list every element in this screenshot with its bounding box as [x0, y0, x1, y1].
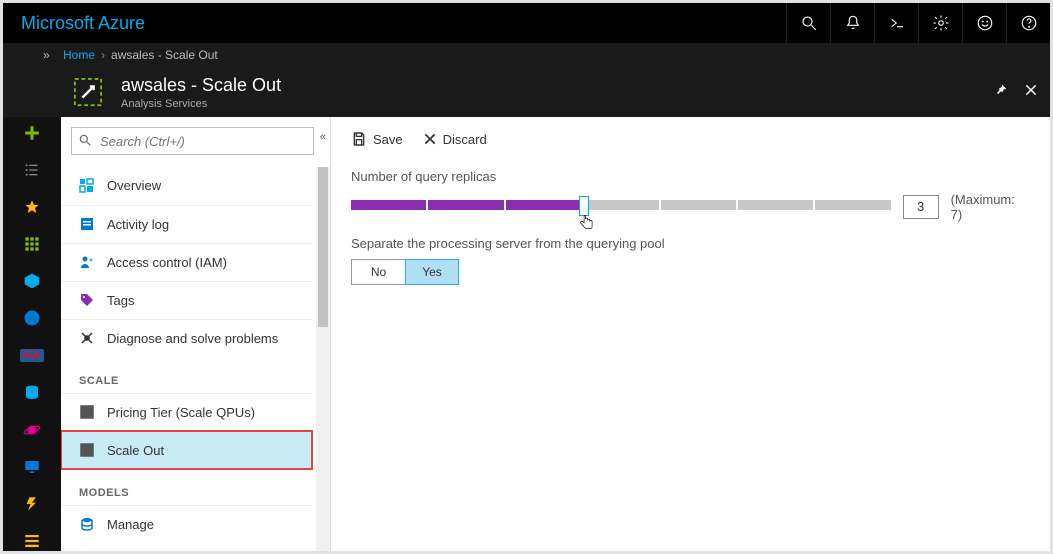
rail-list-icon[interactable] — [20, 160, 44, 179]
top-bar: Microsoft Azure — [3, 3, 1050, 43]
sidebar-item-pricing-tier[interactable]: Pricing Tier (Scale QPUs) — [61, 393, 312, 431]
sidebar-group-models: MODELS — [61, 469, 330, 505]
sidebar-item-label: Pricing Tier (Scale QPUs) — [107, 405, 255, 420]
slider-segment — [506, 200, 581, 210]
manage-icon — [79, 516, 95, 532]
sidebar-item-label: Diagnose and solve problems — [107, 331, 278, 346]
overview-icon — [79, 178, 95, 194]
help-icon[interactable] — [1006, 3, 1050, 43]
topbar-actions — [786, 3, 1050, 43]
sidebar-item-label: Manage — [107, 517, 154, 532]
command-bar: Save Discard — [351, 131, 1030, 147]
replicas-label: Number of query replicas — [351, 169, 1030, 184]
scale-out-icon — [79, 442, 95, 458]
page-title: awsales - Scale Out — [121, 75, 281, 96]
sidebar-item-access-control[interactable]: Access control (IAM) — [61, 243, 312, 281]
left-rail: SQL — [3, 117, 61, 551]
sidebar-item-label: Tags — [107, 293, 134, 308]
cloud-shell-icon[interactable] — [874, 3, 918, 43]
discard-icon — [423, 132, 437, 146]
search-input[interactable] — [71, 127, 314, 155]
page-subtitle: Analysis Services — [121, 98, 281, 110]
sidebar-item-label: Overview — [107, 178, 161, 193]
breadcrumb-current: awsales - Scale Out — [111, 48, 218, 62]
toggle-yes-button[interactable]: Yes — [405, 259, 459, 285]
slider-segment — [738, 200, 813, 210]
diagnose-icon — [79, 330, 95, 346]
rail-sql-icon[interactable]: SQL — [20, 346, 44, 365]
rail-web-icon[interactable] — [20, 309, 44, 328]
pin-icon[interactable] — [994, 83, 1008, 102]
slider-segment — [428, 200, 503, 210]
sidebar-item-activity-log[interactable]: Activity log — [61, 205, 312, 243]
rail-all-services-icon[interactable] — [20, 235, 44, 254]
save-icon — [351, 131, 367, 147]
slider-segment — [815, 200, 890, 210]
slider-segment — [583, 200, 658, 210]
breadcrumb: » Home › awsales - Scale Out — [3, 43, 1050, 67]
sidebar-item-overview[interactable]: Overview — [61, 167, 312, 205]
sidebar-item-diagnose[interactable]: Diagnose and solve problems — [61, 319, 312, 357]
pricing-tier-icon — [79, 404, 95, 420]
expand-icon[interactable]: » — [43, 48, 50, 62]
toggle-no-button[interactable]: No — [351, 259, 405, 285]
slider-segment — [351, 200, 426, 210]
replicas-slider[interactable] — [351, 200, 891, 214]
sidebar-item-label: Activity log — [107, 217, 169, 232]
tags-icon — [79, 292, 95, 308]
rail-resource-icon[interactable] — [20, 272, 44, 291]
slider-segment — [661, 200, 736, 210]
sidebar-group-scale: SCALE — [61, 357, 330, 393]
settings-icon[interactable] — [918, 3, 962, 43]
sidebar-item-tags[interactable]: Tags — [61, 281, 312, 319]
sidebar-item-label: Access control (IAM) — [107, 255, 227, 270]
rail-create-icon[interactable] — [20, 123, 44, 142]
iam-icon — [79, 254, 95, 270]
sidebar-item-label: Scale Out — [107, 443, 164, 458]
sidebar-item-scale-out[interactable]: Scale Out — [61, 431, 312, 469]
search-icon — [78, 133, 92, 152]
rail-vm-icon[interactable] — [20, 458, 44, 477]
discard-button[interactable]: Discard — [423, 132, 487, 147]
save-button[interactable]: Save — [351, 131, 403, 147]
main-content: Save Discard Number of query replicas — [331, 117, 1050, 551]
blade-menu: « Overview Activity log Access control (… — [61, 117, 331, 551]
rail-cosmos-icon[interactable] — [20, 420, 44, 439]
brand[interactable]: Microsoft Azure — [21, 13, 145, 34]
cursor-icon — [579, 214, 595, 235]
replicas-max-label: (Maximum: 7) — [951, 192, 1030, 222]
rail-functions-icon[interactable] — [20, 495, 44, 514]
separate-label: Separate the processing server from the … — [351, 236, 1030, 251]
discard-label: Discard — [443, 132, 487, 147]
blade-header: awsales - Scale Out Analysis Services — [3, 67, 1050, 117]
rail-favorites-icon[interactable] — [20, 197, 44, 216]
breadcrumb-separator: › — [101, 48, 105, 62]
breadcrumb-home[interactable]: Home — [63, 48, 95, 62]
collapse-menu-icon[interactable]: « — [320, 131, 326, 143]
save-label: Save — [373, 132, 403, 147]
close-icon[interactable] — [1024, 83, 1038, 102]
slider-handle[interactable] — [579, 196, 589, 216]
rail-more-icon[interactable] — [20, 532, 44, 551]
menu-search — [71, 127, 314, 155]
sidebar-item-manage[interactable]: Manage — [61, 505, 312, 543]
scrollbar[interactable] — [316, 167, 330, 551]
rail-database-icon[interactable] — [20, 383, 44, 402]
replicas-value-input[interactable]: 3 — [903, 195, 939, 219]
activity-log-icon — [79, 216, 95, 232]
separate-toggle: No Yes — [351, 259, 1030, 285]
notifications-icon[interactable] — [830, 3, 874, 43]
resource-icon — [73, 77, 103, 107]
feedback-icon[interactable] — [962, 3, 1006, 43]
search-icon[interactable] — [786, 3, 830, 43]
